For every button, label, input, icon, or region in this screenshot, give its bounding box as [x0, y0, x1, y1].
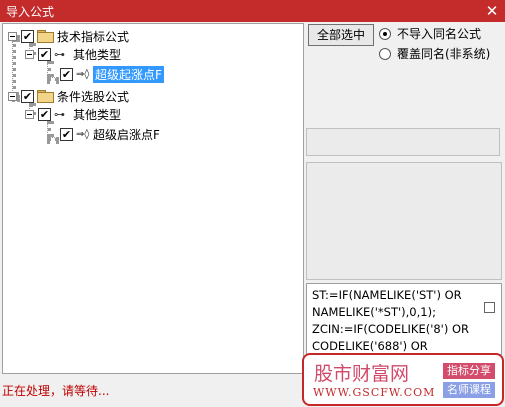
radio-overwrite[interactable]: 覆盖同名(非系统) — [379, 45, 490, 62]
formula-icon: ⇒◊ — [76, 128, 90, 140]
watermark-tag: 指标分享 — [443, 363, 495, 379]
status-text: 正在处理，请等待... — [2, 384, 110, 398]
close-icon[interactable]: ✕ — [483, 2, 501, 20]
radio-icon[interactable] — [379, 47, 391, 60]
tree-node-label: 超级启涨点F — [93, 127, 160, 142]
formula-icon: ⇒◊ — [76, 68, 90, 80]
title-bar: 导入公式 ✕ — [0, 0, 505, 22]
tree-node-label: 其他类型 — [73, 47, 122, 62]
select-all-button[interactable]: 全部选中 — [308, 24, 374, 46]
watermark-logo: 股市财富网 WWW.GSCFW.COM 指标分享 名师课程 — [302, 353, 504, 406]
code-line: CODELIKE('688') OR — [312, 339, 428, 353]
window-title: 导入公式 — [6, 5, 55, 19]
code-line: ST:=IF(NAMELIKE('ST') OR — [312, 288, 462, 302]
info-panel — [306, 128, 500, 156]
folder-icon — [37, 90, 54, 103]
code-checkbox[interactable] — [484, 302, 495, 313]
radio-no-import[interactable]: 不导入同名公式 — [379, 25, 481, 42]
formula-code-box[interactable]: ST:=IF(NAMELIKE('ST') OR NAMELIKE('*ST')… — [306, 283, 502, 355]
key-icon: ⊶ — [54, 47, 65, 61]
tree-node-tech-indicators[interactable]: ✔ 技术指标公式 — [8, 27, 129, 45]
checkbox[interactable]: ✔ — [60, 67, 73, 81]
code-line: ZCIN:=IF(CODELIKE('8') OR — [312, 322, 470, 336]
watermark-brand: 股市财富网 — [314, 363, 410, 385]
radio-label: 覆盖同名(非系统) — [397, 47, 491, 61]
tree-node-label: 条件选股公式 — [57, 89, 130, 104]
collapse-icon[interactable] — [25, 49, 34, 59]
tree-node-other-types[interactable]: ✔ ⊶ 其他类型 — [25, 45, 121, 63]
checkbox[interactable]: ✔ — [38, 107, 51, 121]
tree-node-label: 技术指标公式 — [57, 29, 130, 44]
folder-icon — [37, 30, 54, 43]
checkbox[interactable]: ✔ — [21, 89, 34, 103]
formula-tree: ✔ 技术指标公式 ✔ ⊶ 其他类型 ✔ ⇒◊ 超级起涨点F ✔ 条件选股公式 ✔… — [2, 23, 304, 374]
tree-node-formula[interactable]: ✔ ⇒◊ 超级起涨点F — [60, 65, 164, 83]
tree-node-other-types[interactable]: ✔ ⊶ 其他类型 — [25, 105, 121, 123]
tree-node-formula[interactable]: ✔ ⇒◊ 超级启涨点F — [60, 125, 160, 143]
checkbox[interactable]: ✔ — [21, 29, 34, 43]
collapse-icon[interactable] — [8, 31, 17, 41]
checkbox[interactable]: ✔ — [38, 47, 51, 61]
watermark-url: WWW.GSCFW.COM — [313, 386, 436, 399]
radio-icon[interactable] — [379, 27, 391, 40]
watermark-tag: 名师课程 — [443, 382, 495, 398]
code-line: NAMELIKE('*ST'),0,1); — [312, 305, 436, 319]
collapse-icon[interactable] — [25, 109, 34, 119]
tree-node-stock-selection[interactable]: ✔ 条件选股公式 — [8, 87, 129, 105]
tree-node-label: 超级起涨点F — [93, 65, 164, 83]
radio-label: 不导入同名公式 — [397, 27, 482, 41]
tree-node-label: 其他类型 — [73, 107, 122, 122]
collapse-icon[interactable] — [8, 91, 17, 101]
checkbox[interactable]: ✔ — [60, 127, 73, 141]
key-icon: ⊶ — [54, 107, 65, 121]
description-panel — [306, 162, 502, 280]
